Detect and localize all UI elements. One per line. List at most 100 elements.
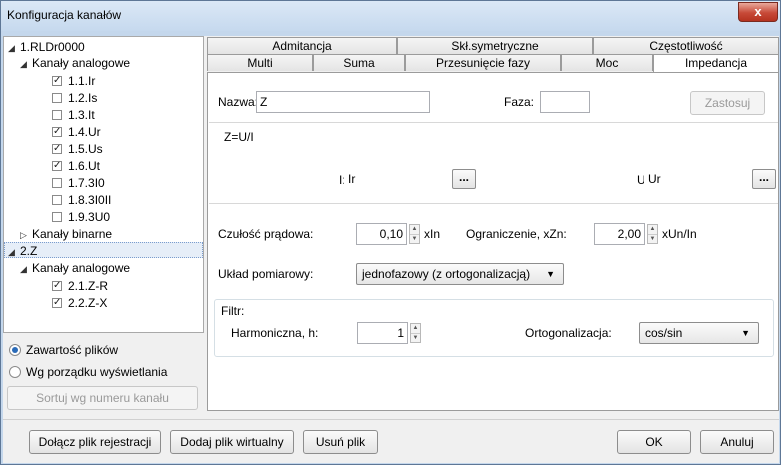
add-virtual-file-button[interactable]: Dodaj plik wirtualny — [170, 430, 294, 454]
tree-channel-item[interactable]: 1.8.3I0II — [52, 192, 111, 208]
channel-label: 1.8.3I0II — [68, 193, 112, 207]
expand-arrow-icon[interactable]: ▷ — [20, 227, 32, 243]
ok-button[interactable]: OK — [617, 430, 691, 454]
channel-tree[interactable]: ◢1.RLDr0000 ◢Kanały analogowe 1.1.Ir 1.2… — [3, 36, 204, 333]
sort-by-channel-button[interactable]: Sortuj wg numeru kanału — [7, 386, 198, 410]
tab-row-2: Multi Suma Przesunięcie fazy Moc Impedan… — [207, 54, 779, 73]
channel-checkbox[interactable] — [52, 178, 62, 188]
spin-up-icon[interactable]: ▲ — [648, 225, 657, 234]
tree-node-label: Kanały analogowe — [32, 261, 131, 275]
tree-node-file-1[interactable]: ◢ 1.RLDr0000 — [8, 39, 85, 55]
divider — [209, 122, 778, 123]
expand-arrow-icon[interactable]: ◢ — [20, 261, 32, 277]
name-field[interactable]: Z — [256, 91, 430, 113]
channel-label: 1.5.Us — [68, 142, 103, 156]
channel-label: 1.9.3U0 — [68, 210, 111, 224]
expand-arrow-icon[interactable]: ◢ — [8, 244, 20, 260]
spin-up-icon[interactable]: ▲ — [411, 324, 420, 333]
radio-label: Zawartość plików — [26, 343, 119, 357]
harmonic-spinner[interactable]: ▲ ▼ — [410, 323, 421, 343]
channel-checkbox[interactable] — [52, 278, 62, 294]
measurement-value: jednofazowy (z ortogonalizacją) — [362, 267, 531, 281]
tree-channel-item[interactable]: 1.6.Ut — [52, 158, 100, 174]
tree-channel-item[interactable]: 1.7.3I0 — [52, 175, 105, 191]
tabs-area: Admitancja Skł.symetryczne Częstotliwość… — [207, 36, 779, 411]
limit-input[interactable]: 2,00 — [594, 223, 645, 245]
tree-channel-item[interactable]: 1.3.It — [52, 107, 95, 123]
tree-node-analog-2[interactable]: ◢ Kanały analogowe — [20, 260, 130, 276]
tree-channel-item[interactable]: 2.2.Z-X — [52, 295, 107, 311]
expand-arrow-icon[interactable]: ◢ — [8, 40, 20, 56]
expand-arrow-icon[interactable]: ◢ — [20, 56, 32, 72]
channel-checkbox[interactable] — [52, 124, 62, 140]
tree-node-label: Kanały analogowe — [32, 56, 131, 70]
title-bar[interactable]: Konfiguracja kanałów x — [1, 1, 780, 31]
spin-down-icon[interactable]: ▼ — [411, 333, 420, 342]
harmonic-input[interactable]: 1 — [357, 322, 408, 344]
radio-display-order[interactable]: Wg porządku wyświetlania — [9, 363, 167, 381]
filter-label: Filtr: — [221, 304, 245, 318]
chevron-down-icon: ▼ — [546, 269, 555, 279]
channel-checkbox[interactable] — [52, 212, 62, 222]
channel-checkbox[interactable] — [52, 141, 62, 157]
tab-admittance[interactable]: Admitancja — [207, 37, 397, 54]
tree-channel-item[interactable]: 1.5.Us — [52, 141, 103, 157]
tab-symmetrical-components[interactable]: Skł.symetryczne — [397, 37, 593, 54]
apply-button[interactable]: Zastosuj — [690, 91, 765, 115]
limit-spinner[interactable]: ▲ ▼ — [647, 224, 658, 244]
phase-field[interactable] — [540, 91, 590, 113]
attach-recording-button[interactable]: Dołącz plik rejestracji — [29, 430, 161, 454]
spin-down-icon[interactable]: ▼ — [410, 234, 419, 243]
radio-label: Wg porządku wyświetlania — [26, 365, 168, 379]
current-sensitivity-unit: xIn — [424, 227, 441, 241]
channel-label: 2.1.Z-R — [68, 279, 109, 293]
tab-impedance[interactable]: Impedancja — [653, 54, 779, 73]
current-browse-button[interactable]: ... — [452, 169, 476, 189]
channel-config-window: Konfiguracja kanałów x ◢ 1.RLDr0000 ◢ Kana… — [0, 0, 781, 465]
channel-checkbox[interactable] — [52, 110, 62, 120]
radio-button[interactable] — [9, 366, 21, 378]
measurement-select[interactable]: jednofazowy (z ortogonalizacją) ▼ — [356, 263, 564, 285]
current-sensitivity-spinner[interactable]: ▲ ▼ — [409, 224, 420, 244]
tree-node-analog-1[interactable]: ◢ Kanały analogowe — [20, 55, 130, 71]
tree-node-file-2[interactable]: ◢ 2.Z — [4, 242, 203, 258]
remove-file-button[interactable]: Usuń plik — [303, 430, 378, 454]
channel-label: 1.2.Is — [68, 91, 98, 105]
tree-node-binary-1[interactable]: ▷ Kanały binarne — [20, 226, 112, 242]
impedance-panel: Nazwa: Z Faza: Zastosuj Z=U/I I: Ir ... … — [207, 72, 779, 411]
limit-label: Ograniczenie, xZn: — [466, 227, 567, 241]
orthogonalization-select[interactable]: cos/sin ▼ — [639, 322, 759, 344]
spin-up-icon[interactable]: ▲ — [410, 225, 419, 234]
radio-button[interactable] — [9, 344, 21, 356]
channel-label: 1.6.Ut — [68, 159, 101, 173]
channel-checkbox[interactable] — [52, 295, 62, 311]
tab-sum[interactable]: Suma — [313, 54, 405, 71]
tree-node-label: Kanały binarne — [32, 227, 113, 241]
tree-channel-item[interactable]: 1.4.Ur — [52, 124, 101, 140]
formula-label: Z=U/I — [224, 130, 254, 144]
current-sensitivity-input[interactable]: 0,10 — [356, 223, 407, 245]
channel-checkbox[interactable] — [52, 73, 62, 89]
tab-phase-shift[interactable]: Przesunięcie fazy — [405, 54, 561, 71]
voltage-browse-button[interactable]: ... — [752, 169, 776, 189]
tree-channel-item[interactable]: 2.1.Z-R — [52, 278, 108, 294]
channel-checkbox[interactable] — [52, 195, 62, 205]
tree-channel-item[interactable]: 1.1.Ir — [52, 73, 95, 89]
tab-row-1: Admitancja Skł.symetryczne Częstotliwość — [207, 37, 779, 54]
tree-channel-item[interactable]: 1.2.Is — [52, 90, 97, 106]
cancel-button[interactable]: Anuluj — [700, 430, 774, 454]
tab-power[interactable]: Moc — [561, 54, 653, 71]
orthogonalization-value: cos/sin — [645, 326, 683, 340]
tree-channel-item[interactable]: 1.9.3U0 — [52, 209, 110, 225]
tab-frequency[interactable]: Częstotliwość — [593, 37, 779, 54]
radio-file-contents[interactable]: Zawartość plików — [9, 341, 118, 359]
channel-checkbox[interactable] — [52, 93, 62, 103]
channel-label: 1.1.Ir — [68, 74, 96, 88]
channel-label: 2.2.Z-X — [68, 296, 108, 310]
channel-checkbox[interactable] — [52, 158, 62, 174]
spin-down-icon[interactable]: ▼ — [648, 234, 657, 243]
client-area: ◢1.RLDr0000 ◢Kanały analogowe 1.1.Ir 1.2… — [3, 36, 779, 463]
tab-multi[interactable]: Multi — [207, 54, 313, 71]
channel-label: 1.3.It — [68, 108, 95, 122]
close-button[interactable]: x — [738, 2, 778, 22]
